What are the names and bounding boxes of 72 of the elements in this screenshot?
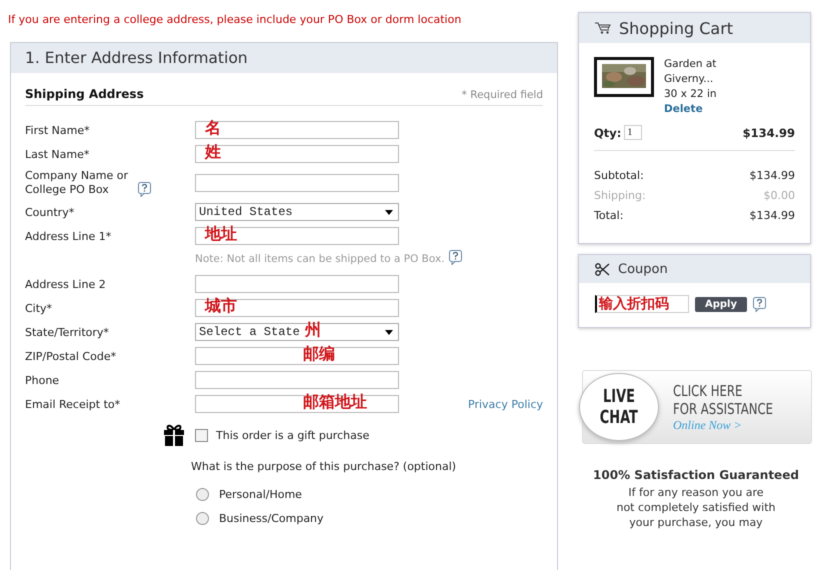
annotation-label: 邮箱地址 [303, 392, 367, 412]
input-field[interactable] [195, 275, 399, 293]
input-field[interactable] [195, 174, 399, 192]
radio-button[interactable] [196, 488, 209, 500]
gift-icon [163, 424, 185, 446]
input-field[interactable] [195, 227, 399, 245]
caret-icon [385, 210, 393, 214]
total-value: $134.99 [750, 169, 795, 184]
field-label: Address Line 2 [25, 278, 106, 290]
coupon-code-field[interactable]: 输入折扣码 [595, 295, 689, 313]
input-field[interactable] [195, 395, 399, 413]
dropdown[interactable]: United States [195, 203, 399, 221]
field-label: Company Name or College PO Box [25, 169, 130, 197]
annotation-label: 名 [205, 118, 221, 138]
input-field[interactable] [195, 347, 399, 365]
quantity-field[interactable]: 1 [624, 125, 642, 140]
gift-checkbox[interactable] [195, 428, 208, 442]
total-label: Subtotal: [594, 169, 644, 184]
help-icon[interactable] [753, 296, 766, 312]
gift-label: This order is a gift purchase [216, 428, 370, 442]
field-label: Address Line 1* [25, 230, 112, 242]
line-price: $134.99 [742, 126, 795, 140]
annotation-label: 城市 [205, 296, 237, 316]
college-address-notice: If you are entering a college address, please include your PO Box or dorm location [8, 12, 462, 28]
section-title: 1. Enter Address Information [25, 49, 248, 67]
annotation-label: 地址 [205, 224, 237, 244]
field-label: Phone [25, 374, 60, 386]
required-field-note: * Required field [462, 89, 543, 101]
product-name: Garden at Giverny... [664, 57, 718, 87]
help-icon[interactable] [138, 182, 151, 197]
cart-icon [595, 22, 611, 34]
po-box-note: Note: Not all items can be shipped to a PO Box. [195, 253, 445, 265]
total-value: $134.99 [750, 209, 795, 224]
help-icon[interactable] [448, 250, 462, 265]
guarantee-title: 100% Satisfaction Guaranteed [592, 468, 800, 482]
radio-button[interactable] [196, 512, 209, 524]
input-field[interactable] [195, 299, 399, 317]
field-label: ZIP/Postal Code* [25, 350, 116, 362]
annotation-label: 姓 [205, 142, 221, 162]
product-size: 30 x 22 in [664, 87, 718, 102]
assistance-text: FOR ASSISTANCE [673, 400, 774, 418]
live-chat-banner[interactable]: LIVE CHAT CLICK HERE FOR ASSISTANCE Online Now > [582, 370, 812, 444]
total-label: Total: [594, 209, 624, 224]
field-label: State/Territory* [25, 326, 109, 338]
privacy-policy-link[interactable]: Privacy Policy [468, 398, 543, 410]
guarantee-text: If for any reason you are not completely satisfied with your purchase, you may [615, 485, 777, 530]
coupon-title: Coupon [618, 262, 668, 276]
total-value: $0.00 [764, 189, 795, 204]
delete-link[interactable]: Delete [664, 102, 734, 117]
scissors-icon [595, 262, 610, 276]
qty-label: Qty: [594, 126, 622, 140]
cart-title: Shopping Cart [619, 18, 734, 38]
input-field[interactable] [195, 145, 399, 163]
radio-label: Business/Company [219, 512, 324, 524]
live-chat-text: CHAT [600, 407, 638, 428]
field-label: Country* [25, 206, 74, 218]
field-label: City* [25, 302, 52, 314]
field-label: First Name* [25, 124, 90, 136]
radio-label: Personal/Home [219, 488, 302, 500]
annotation-label: 邮编 [303, 344, 335, 364]
purpose-question: What is the purpose of this purchase? (optional) [191, 460, 458, 473]
field-label: Email Receipt to* [25, 398, 120, 410]
caret-icon [385, 330, 393, 334]
input-field[interactable] [195, 121, 399, 139]
shipping-address-heading: Shipping Address [25, 87, 144, 101]
input-field[interactable] [195, 371, 399, 389]
apply-button[interactable]: Apply [695, 296, 748, 312]
assistance-text: CLICK HERE [673, 382, 744, 400]
field-label: Last Name* [25, 148, 90, 160]
live-chat-text: LIVE [603, 386, 635, 407]
total-label: Shipping: [594, 189, 646, 204]
annotation-label: 州 [305, 320, 321, 340]
